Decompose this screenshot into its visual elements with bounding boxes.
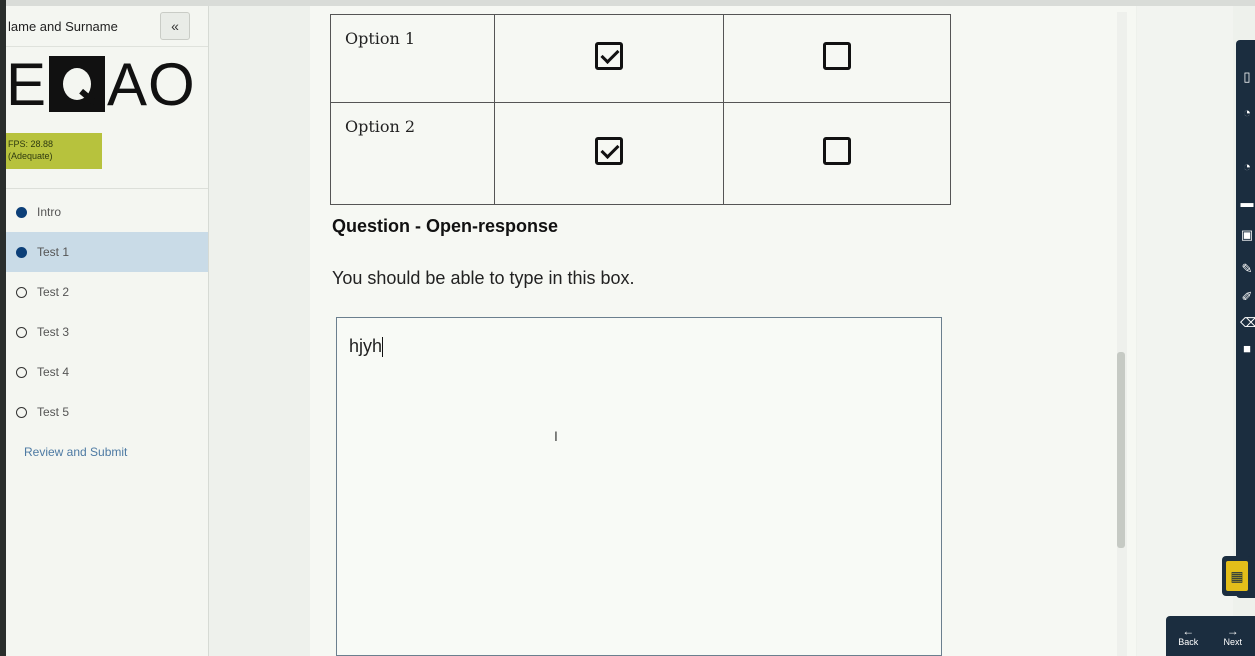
ibeam-cursor-icon: I bbox=[554, 428, 558, 444]
back-label: Back bbox=[1178, 637, 1199, 647]
option-2-col-2-cell[interactable] bbox=[723, 102, 951, 205]
zoom-in-icon[interactable]: ◔ bbox=[1240, 106, 1254, 120]
nav-item-label: Test 2 bbox=[37, 285, 70, 299]
progress-dot-icon bbox=[16, 246, 27, 258]
option-1-col-2-cell[interactable] bbox=[723, 14, 951, 103]
scrollbar-thumb[interactable] bbox=[1117, 352, 1125, 548]
progress-dot-icon bbox=[16, 326, 27, 338]
nav-item-label: Test 5 bbox=[37, 405, 70, 419]
option-2-col-1-cell[interactable] bbox=[494, 102, 724, 205]
sidebar: lame and Surname « E AO FPS: 28.88 (Adeq… bbox=[6, 6, 209, 656]
progress-dot-icon bbox=[16, 286, 27, 298]
zoom-out-icon[interactable]: ◔ bbox=[1240, 160, 1254, 174]
nav-item-test-5[interactable]: Test 5 bbox=[6, 392, 208, 432]
open-response-textarea[interactable]: hjyh bbox=[336, 317, 942, 656]
options-table: Option 1 Option 2 bbox=[330, 14, 951, 205]
table-row: Option 1 bbox=[330, 14, 951, 103]
right-panel bbox=[1137, 6, 1233, 656]
nav-item-label: Test 4 bbox=[37, 365, 70, 379]
eraser-icon[interactable]: ⌫ bbox=[1240, 316, 1255, 330]
nav-item-test-2[interactable]: Test 2 bbox=[6, 272, 208, 312]
fps-badge: FPS: 28.88 (Adequate) bbox=[6, 133, 102, 169]
arrow-right-icon: → bbox=[1226, 624, 1239, 638]
nav-item-test-1[interactable]: Test 1 bbox=[6, 232, 208, 272]
text-caret bbox=[382, 337, 384, 358]
progress-dot-icon bbox=[16, 366, 27, 378]
sidebar-header: lame and Surname « bbox=[6, 6, 208, 47]
nav-item-test-3[interactable]: Test 3 bbox=[6, 312, 208, 352]
next-label: Next bbox=[1223, 637, 1242, 647]
nav-item-label: Test 1 bbox=[37, 245, 70, 259]
highlighter-icon[interactable]: ✐ bbox=[1240, 290, 1254, 304]
checkbox-empty-icon[interactable] bbox=[823, 42, 851, 70]
fps-value: FPS: 28.88 bbox=[8, 139, 54, 149]
question-content: Option 1 Option 2 Question - Open-respon… bbox=[310, 6, 1136, 656]
logo-letter-e: E bbox=[6, 50, 48, 118]
question-title: Question - Open-response bbox=[332, 216, 559, 236]
arrow-left-icon: ← bbox=[1182, 624, 1195, 638]
calculator-button[interactable]: ▦ bbox=[1222, 556, 1252, 596]
logo-q-mark bbox=[49, 56, 106, 112]
option-label: Option 1 bbox=[330, 14, 495, 103]
line-reader-icon[interactable]: ▬ bbox=[1240, 196, 1254, 210]
progress-dot-icon bbox=[16, 206, 27, 218]
nav-item-label: Test 3 bbox=[37, 325, 70, 339]
edit-icon[interactable]: ✎ bbox=[1240, 262, 1254, 276]
nav-item-intro[interactable]: Intro bbox=[6, 192, 208, 232]
option-label: Option 2 bbox=[330, 102, 495, 205]
answer-text: hjyh bbox=[349, 336, 383, 356]
user-name: lame and Surname bbox=[8, 18, 118, 34]
logo-letters-ao: AO bbox=[107, 50, 196, 118]
table-row: Option 2 bbox=[330, 102, 951, 205]
eqao-logo: E AO bbox=[6, 51, 196, 118]
nav-item-test-4[interactable]: Test 4 bbox=[6, 352, 208, 392]
notepad-icon[interactable]: ▣ bbox=[1240, 228, 1254, 242]
checkbox-empty-icon[interactable] bbox=[823, 137, 851, 165]
checkbox-checked-icon[interactable] bbox=[595, 42, 623, 70]
fps-status: (Adequate) bbox=[8, 151, 53, 161]
question-prompt: You should be able to type in this box. bbox=[332, 268, 635, 288]
collapse-sidebar-button[interactable]: « bbox=[160, 12, 190, 40]
next-button[interactable]: → Next bbox=[1211, 616, 1255, 656]
nav-item-label: Intro bbox=[37, 205, 62, 219]
color-swatch-icon[interactable]: ■ bbox=[1240, 342, 1254, 356]
scrollbar-track[interactable] bbox=[1117, 12, 1127, 656]
section-nav: Intro Test 1 Test 2 Test 3 Test 4 Test 5… bbox=[6, 192, 208, 472]
review-and-submit-link[interactable]: Review and Submit bbox=[6, 432, 208, 472]
calculator-icon: ▦ bbox=[1226, 561, 1248, 591]
back-button[interactable]: ← Back bbox=[1166, 616, 1211, 656]
checkbox-checked-icon[interactable] bbox=[595, 137, 623, 165]
page-navigation: ← Back → Next bbox=[1166, 616, 1255, 656]
progress-dot-icon bbox=[16, 406, 27, 418]
toolbar-tool-icon[interactable]: ▯ bbox=[1240, 70, 1254, 84]
option-1-col-1-cell[interactable] bbox=[494, 14, 724, 103]
sidebar-divider bbox=[6, 188, 208, 189]
